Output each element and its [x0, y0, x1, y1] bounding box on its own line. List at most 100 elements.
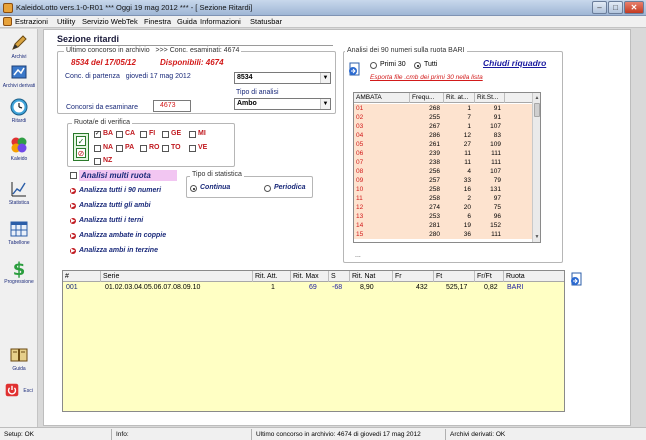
ruota-checkbox-ba[interactable]: ✓	[94, 131, 101, 138]
grid-cell-rit-max[interactable]: 69	[309, 283, 317, 292]
sidebar-kaleido-button[interactable]: Kaleido	[0, 135, 38, 162]
ambata-row[interactable]: 11 258 2 97	[354, 194, 532, 203]
deselect-all-button[interactable]: ⊘	[76, 148, 86, 158]
grid-cell-ruota[interactable]: BARI	[507, 283, 523, 292]
ambata-cell: 06	[356, 150, 364, 157]
ruota-checkbox-ge[interactable]	[162, 131, 169, 138]
col-serie[interactable]: Serie	[101, 271, 253, 282]
ruota-checkbox-na[interactable]	[94, 145, 101, 152]
ambata-row[interactable]: 07 238 11 111	[354, 158, 532, 167]
menu-informazioni[interactable]: Informazioni	[200, 17, 241, 26]
action-analizza-90[interactable]: ▶ Analizza tutti i 90 numeri	[70, 187, 161, 194]
ambata-row[interactable]: 01 268 1 91	[354, 104, 532, 113]
ruota-checkbox-to[interactable]	[162, 145, 169, 152]
radio-continua[interactable]	[190, 185, 197, 192]
ruota-checkbox-mi[interactable]	[189, 131, 196, 138]
start-contest-select[interactable]: 8534 ▼	[234, 72, 331, 84]
menu-servizio-webtek[interactable]: Servizio WebTek	[82, 17, 138, 26]
ambata-row[interactable]: 02 255 7 91	[354, 113, 532, 122]
select-all-button[interactable]: ✓	[76, 136, 86, 146]
scroll-down-icon[interactable]: ▼	[533, 233, 540, 241]
ruota-checkbox-fi[interactable]	[140, 131, 147, 138]
col-s[interactable]: S	[329, 271, 350, 282]
ambata-row[interactable]: 15 280 36 111	[354, 230, 532, 239]
ambata-row[interactable]: 08 256 4 107	[354, 167, 532, 176]
ruota-checkbox-ve[interactable]	[189, 145, 196, 152]
ambata-cell: 111	[491, 231, 501, 238]
menu-estrazioni[interactable]: Estrazioni	[15, 17, 48, 26]
col-rit-nat[interactable]: Rit. Nat	[350, 271, 393, 282]
grid-cell-fr-ft[interactable]: 0,82	[484, 283, 498, 292]
ruota-checkbox-ro[interactable]	[140, 145, 147, 152]
sidebar-ritardi-button[interactable]: Ritardi	[0, 97, 38, 124]
col-ft[interactable]: Ft	[434, 271, 475, 282]
ambata-cell: 04	[356, 132, 364, 139]
grid-cell-rit-att[interactable]: 1	[271, 283, 275, 292]
radio-primi30[interactable]	[370, 62, 377, 69]
action-analizza-terni[interactable]: ▶ Analizza tutti i terni	[70, 217, 143, 224]
col-rit-max[interactable]: Rit. Max	[291, 271, 329, 282]
maximize-button[interactable]: □	[608, 1, 623, 14]
ambata-row[interactable]: 14 281 19 152	[354, 221, 532, 230]
ambata-row[interactable]: 03 267 1 107	[354, 122, 532, 131]
close-button[interactable]: ✕	[624, 1, 644, 14]
menu-utility[interactable]: Utility	[57, 17, 75, 26]
col-rit-st[interactable]: Rit.St...	[475, 93, 505, 103]
action-analizza-ambi-terzine[interactable]: ▶ Analizza ambi in terzine	[70, 247, 158, 254]
ambata-row[interactable]: 12 274 20 75	[354, 203, 532, 212]
action-analizza-ambi[interactable]: ▶ Analizza tutti gli ambi	[70, 202, 151, 209]
grid-cell-fr[interactable]: 432	[416, 283, 428, 292]
ruota-checkbox-ca[interactable]	[116, 131, 123, 138]
chevron-down-icon[interactable]: ▼	[320, 73, 330, 83]
ambata-scrollbar[interactable]: ▲ ▼	[532, 93, 540, 242]
menu-finestra[interactable]: Finestra	[144, 17, 171, 26]
col-fr[interactable]: Fr	[393, 271, 434, 282]
grid-cell-serie[interactable]: 01.02.03.04.05.06.07.08.09.10	[105, 283, 200, 292]
sidebar-archivi-button[interactable]: Archivi	[0, 33, 38, 60]
sidebar-archivi-derivati-button[interactable]: Archivi derivati	[0, 62, 38, 89]
radio-periodica[interactable]	[264, 185, 271, 192]
menu-app-icon[interactable]	[3, 17, 12, 26]
ambata-row[interactable]: 09 257 33 79	[354, 176, 532, 185]
ambata-row[interactable]: 10 258 16 131	[354, 185, 532, 194]
ruota-checkbox-nz[interactable]	[94, 158, 101, 165]
col-ambata[interactable]: AMBATA	[354, 93, 410, 103]
sidebar-guida-button[interactable]: Guida	[0, 345, 38, 372]
chevron-down-icon[interactable]: ▼	[320, 99, 330, 109]
ambata-row[interactable]: 05 261 27 109	[354, 140, 532, 149]
ambata-row[interactable]: 04 286 12 83	[354, 131, 532, 140]
export-grid-icon[interactable]	[570, 272, 584, 286]
grid-cell-s[interactable]: -68	[332, 283, 342, 292]
ambata-row[interactable]: 06 239 11 111	[354, 149, 532, 158]
scroll-thumb[interactable]	[534, 103, 540, 117]
minimize-button[interactable]: –	[592, 1, 607, 14]
grid-cell-rit-nat[interactable]: 8,90	[360, 283, 374, 292]
sidebar-statistica-button[interactable]: Statistica	[0, 179, 38, 206]
grid-cell-index[interactable]: 001	[66, 283, 78, 292]
sidebar-tabellone-button[interactable]: Tabellone	[0, 219, 38, 246]
analysis-type-select[interactable]: Ambo ▼	[234, 98, 331, 110]
ruota-checkbox-pa[interactable]	[116, 145, 123, 152]
menu-statusbar[interactable]: Statusbar	[250, 17, 282, 26]
ruota-label-na: NA	[103, 144, 114, 151]
scroll-up-icon[interactable]: ▲	[533, 94, 540, 102]
contest-count-input[interactable]: 4673	[153, 100, 191, 112]
sidebar-progressione-button[interactable]: $ Progressione	[0, 258, 38, 285]
ambata-row[interactable]: 13 253 6 96	[354, 212, 532, 221]
multi-ruota-checkbox[interactable]	[70, 172, 77, 179]
ruota-label-nz: NZ	[103, 157, 113, 164]
export-file-icon[interactable]	[348, 62, 362, 76]
action-analizza-ambate-coppie[interactable]: ▶ Analizza ambate in coppie	[70, 232, 166, 239]
col-rit-att[interactable]: Rit. at...	[444, 93, 475, 103]
col-frequenza[interactable]: Frequ...	[410, 93, 444, 103]
col-rit-att[interactable]: Rit. Att.	[253, 271, 291, 282]
export-cmb-link[interactable]: Esporta file .cmb dei primi 30 nella lis…	[370, 74, 483, 81]
menu-guida[interactable]: Guida	[177, 17, 197, 26]
sidebar-esci-button[interactable]: Esci	[0, 383, 38, 397]
radio-tutti[interactable]	[414, 62, 421, 69]
col-ruota[interactable]: Ruota	[504, 271, 564, 282]
close-panel-link[interactable]: Chiudi riquadro	[483, 58, 546, 68]
col-fr-ft[interactable]: Fr/Ft	[475, 271, 504, 282]
col-index[interactable]: #	[63, 271, 101, 282]
grid-cell-ft[interactable]: 525,17	[446, 283, 467, 292]
